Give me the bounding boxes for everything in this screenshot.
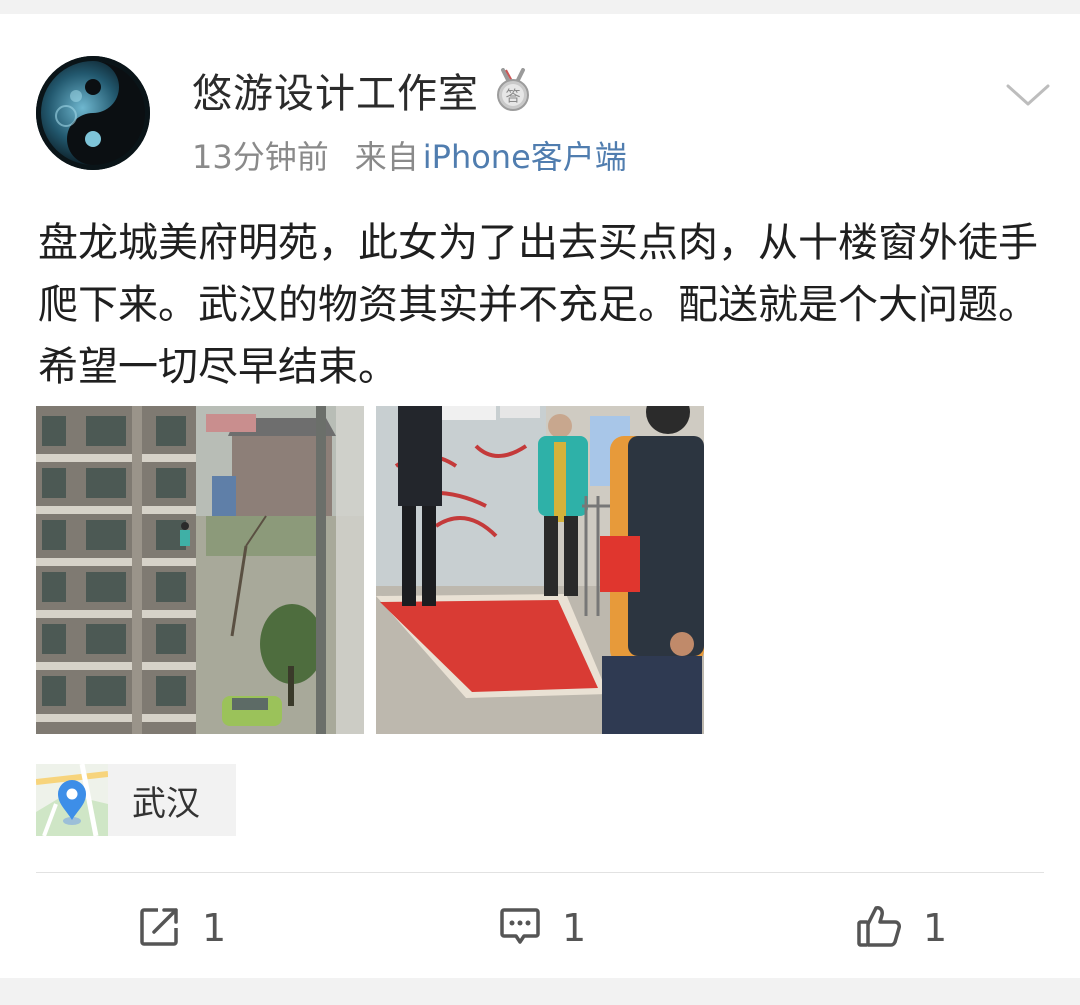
location-label: 武汉 [132,783,200,824]
svg-text:答: 答 [505,87,520,105]
post-image-2[interactable] [376,406,704,734]
comment-count: 1 [562,906,587,950]
source-prefix: 来自 [354,138,419,176]
post-text: 盘龙城美府明苑，此女为了出去买点肉，从十楼窗外徒手爬下来。武汉的物资其实并不充足… [38,220,1038,390]
chevron-down-icon[interactable] [1004,80,1052,110]
author-row: 悠游设计工作室 答 [192,61,533,119]
weibo-post-card: 悠游设计工作室 答 13分钟前 来自 iPhone客户端 盘龙城美府明苑，此女为… [0,14,1080,978]
comment-button[interactable]: 1 [498,902,586,954]
post-meta: 13分钟前 来自 iPhone客户端 [192,132,627,178]
comment-icon [498,904,542,952]
location-tag[interactable]: 武汉 [35,763,236,837]
bottom-separator [0,978,1080,1005]
like-count: 1 [923,906,948,950]
repost-icon [138,904,182,952]
divider [36,872,1044,873]
avatar-image [36,56,150,170]
location-pin-icon [35,763,109,837]
repost-count: 1 [202,906,227,950]
answer-medal-icon[interactable]: 答 [493,68,533,112]
post-image-1[interactable] [36,406,364,734]
like-button[interactable]: 1 [855,902,947,954]
repost-button[interactable]: 1 [138,902,226,954]
thumbs-up-icon [855,902,903,954]
username[interactable]: 悠游设计工作室 [192,61,479,119]
post-time: 13分钟前 [192,138,329,176]
avatar[interactable] [36,56,150,170]
source-link[interactable]: iPhone客户端 [423,132,627,178]
